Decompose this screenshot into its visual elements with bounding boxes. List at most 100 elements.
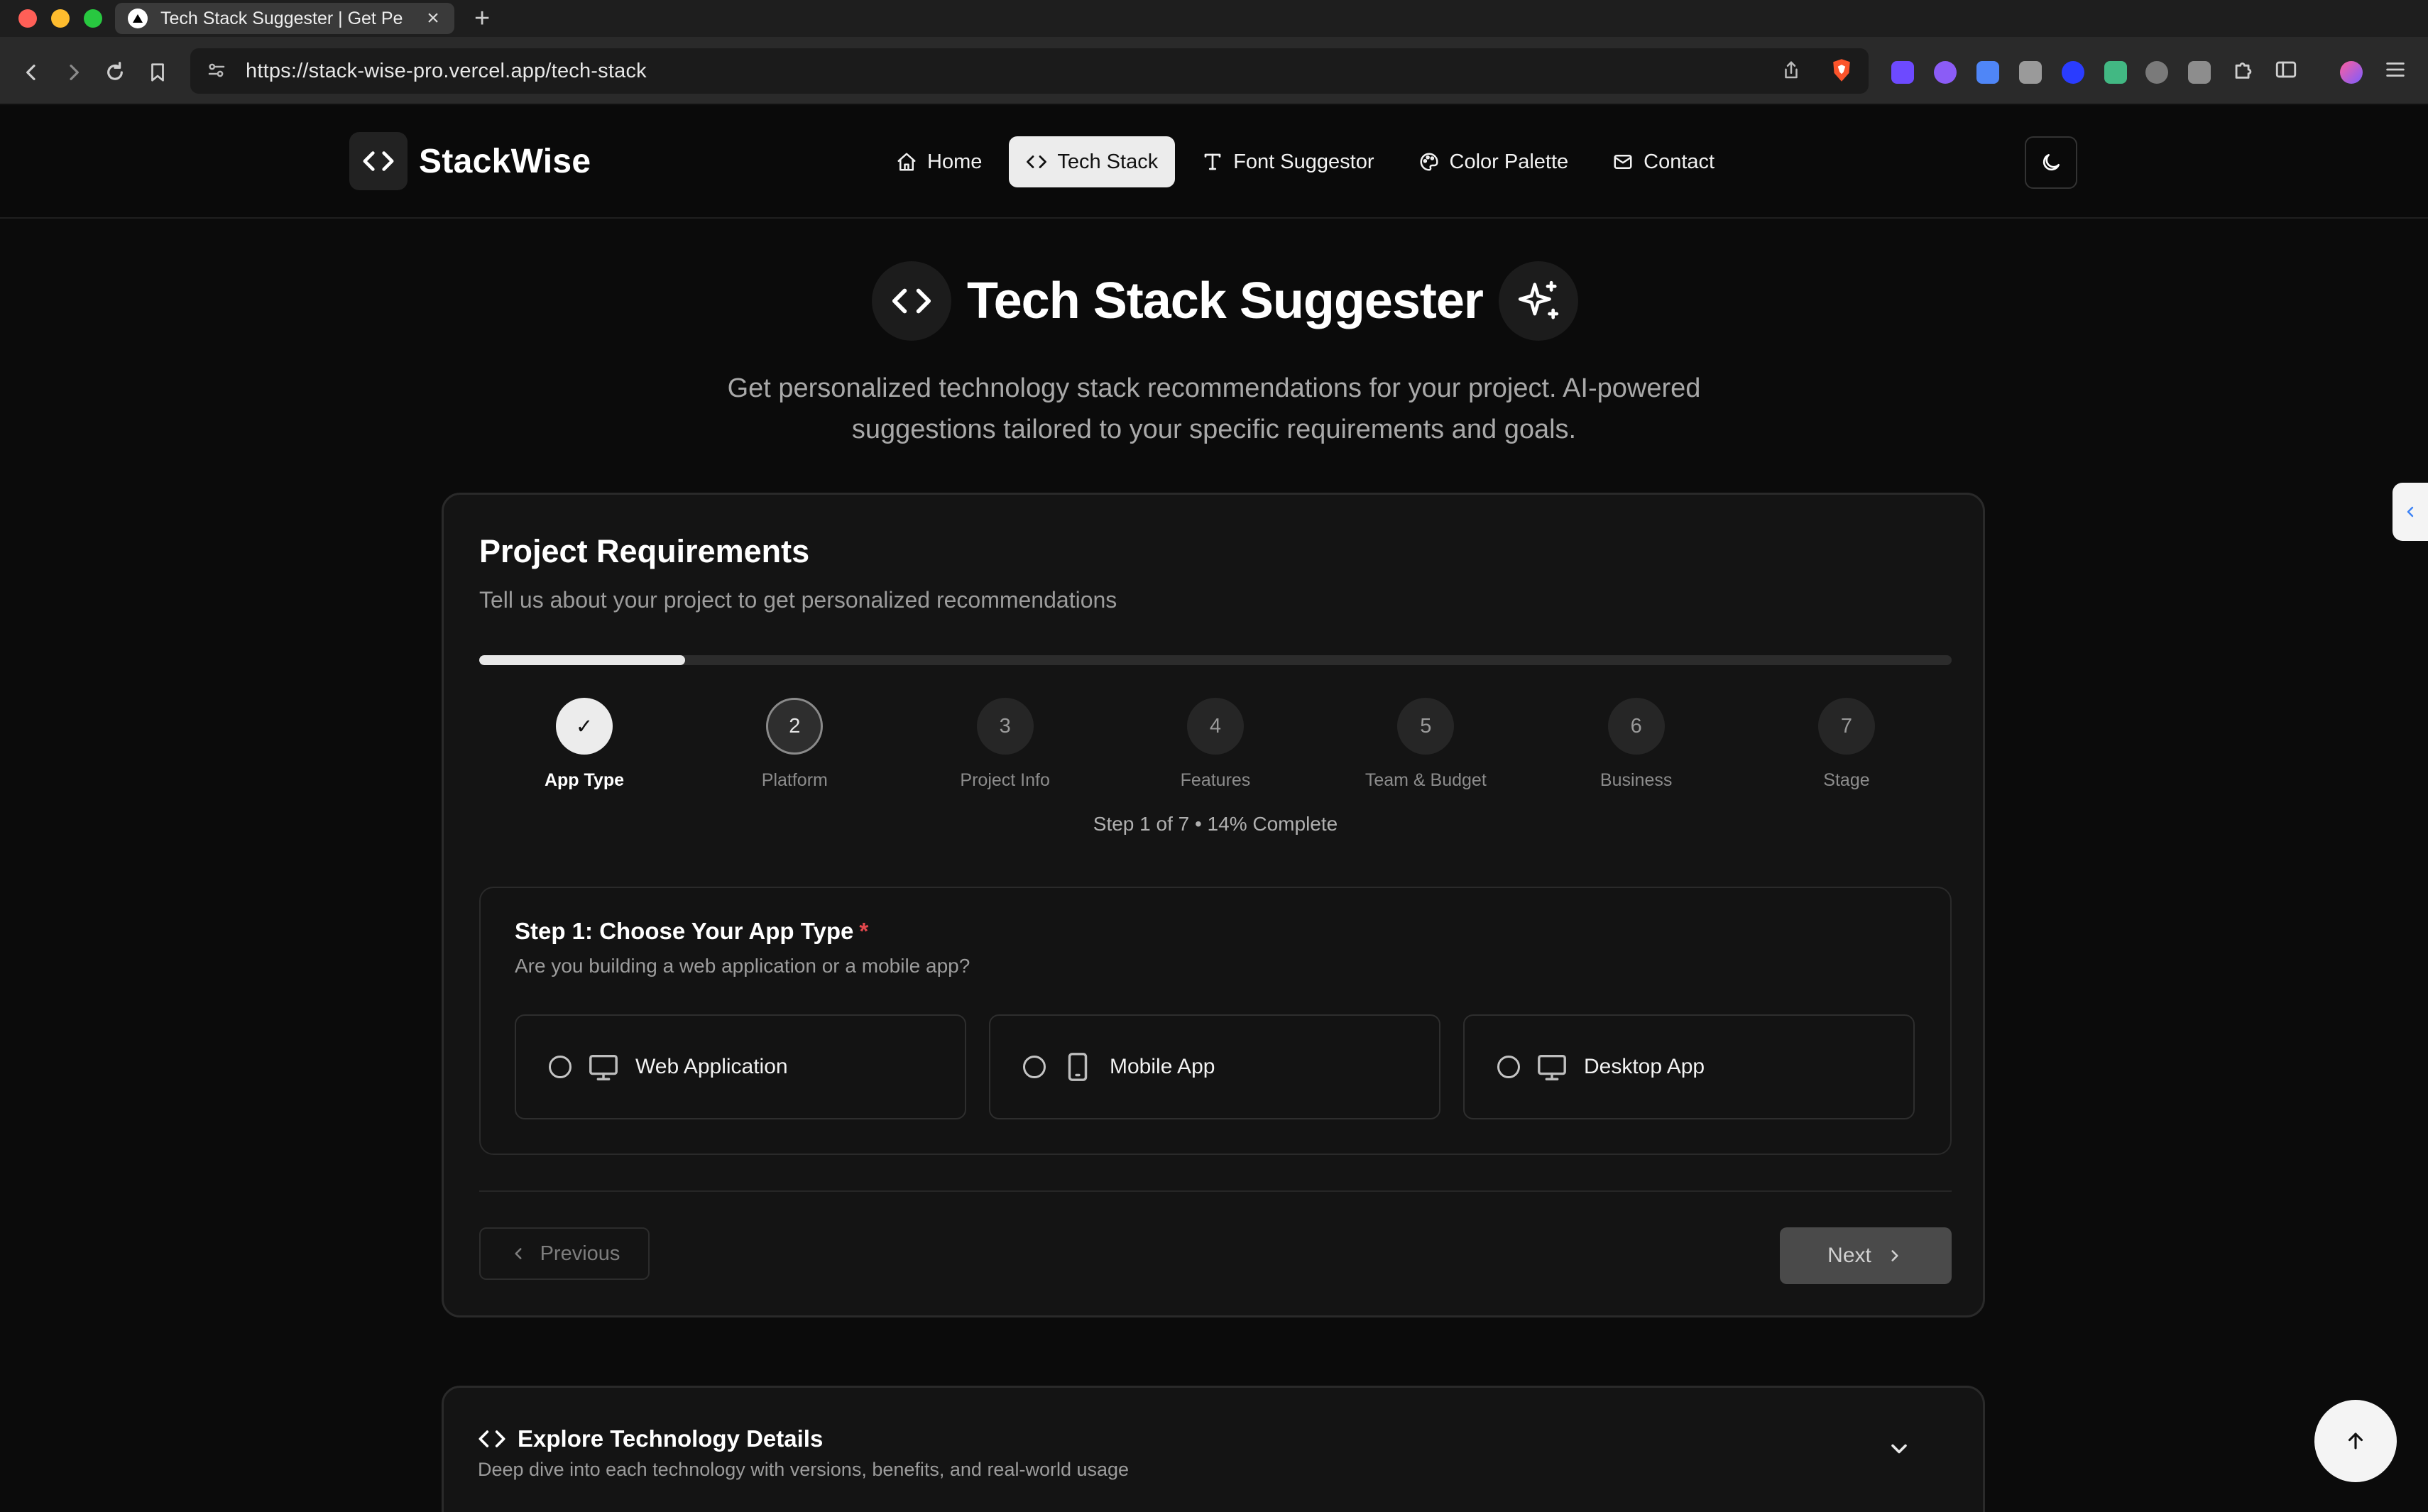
card-subtitle: Tell us about your project to get person… — [479, 587, 1117, 613]
extension-doc-icon[interactable] — [2188, 61, 2211, 84]
nav-contact-label: Contact — [1644, 150, 1715, 173]
app-type-options: Web Application Mobile App Desktop App — [515, 1014, 1915, 1119]
option-mobile-app[interactable]: Mobile App — [989, 1014, 1440, 1119]
side-panel-handle[interactable] — [2393, 483, 2428, 541]
step-number: 6 — [1607, 698, 1665, 755]
brave-shield-icon[interactable] — [1830, 58, 1853, 82]
option-web-application[interactable]: Web Application — [515, 1014, 966, 1119]
bookmark-icon[interactable] — [143, 58, 172, 87]
option-desktop-app[interactable]: Desktop App — [1463, 1014, 1915, 1119]
stepper: ✓ App Type 2 Platform 3 Project Info 4 F… — [479, 698, 1952, 791]
nav-color-palette[interactable]: Color Palette — [1401, 136, 1586, 187]
nav-home[interactable]: Home — [879, 136, 999, 187]
site-settings-icon[interactable] — [206, 60, 227, 81]
reload-icon[interactable] — [101, 58, 129, 87]
project-requirements-card: Project Requirements Tell us about your … — [442, 493, 1985, 1317]
nav-contact[interactable]: Contact — [1595, 136, 1732, 187]
extension-loop-icon[interactable] — [1934, 61, 1957, 84]
url-text[interactable]: https://stack-wise-pro.vercel.app/tech-s… — [246, 60, 647, 83]
step-label: Platform — [761, 770, 828, 790]
step-label: Stage — [1823, 770, 1870, 790]
chevron-left-icon — [515, 1248, 522, 1259]
explore-title: Explore Technology Details — [478, 1425, 823, 1453]
smartphone-icon — [1068, 1053, 1088, 1081]
palette-icon — [1420, 153, 1438, 171]
chevron-right-icon — [1891, 1250, 1898, 1261]
forward-icon[interactable] — [60, 58, 88, 87]
radio-button[interactable] — [1497, 1056, 1520, 1078]
favicon-icon — [128, 9, 148, 28]
theme-toggle-button[interactable] — [2025, 136, 2077, 189]
progress-bar — [479, 655, 1952, 665]
nav-font-suggestor[interactable]: Font Suggestor — [1185, 136, 1391, 187]
extension-proton-icon[interactable] — [1891, 61, 1914, 84]
step-number: 7 — [1817, 698, 1875, 755]
extension-compass-icon[interactable] — [2062, 61, 2084, 84]
next-button[interactable]: Next — [1780, 1227, 1952, 1284]
home-icon — [897, 153, 916, 171]
scroll-to-top-button[interactable] — [2314, 1400, 2397, 1482]
monitor-icon — [589, 1054, 618, 1080]
address-bar[interactable]: https://stack-wise-pro.vercel.app/tech-s… — [190, 48, 1869, 94]
share-icon[interactable] — [1781, 60, 1802, 81]
question-hint: Are you building a web application or a … — [515, 955, 970, 977]
step-app-type[interactable]: ✓ App Type — [479, 698, 689, 791]
nav-tech-stack-label: Tech Stack — [1057, 150, 1159, 173]
question-title: Step 1: Choose Your App Type * — [515, 918, 868, 945]
new-tab-button[interactable]: + — [474, 3, 490, 34]
previous-button[interactable]: Previous — [479, 1227, 650, 1280]
step-team-budget[interactable]: 5 Team & Budget — [1320, 698, 1531, 791]
nav-font-suggestor-label: Font Suggestor — [1233, 150, 1374, 173]
option-label: Desktop App — [1584, 1055, 1705, 1078]
window-minimize-button[interactable] — [51, 9, 70, 28]
divider — [479, 1190, 1952, 1192]
mail-icon — [1614, 155, 1632, 169]
arrow-up-icon — [2348, 1432, 2363, 1450]
hero-title-row: Tech Stack Suggester — [872, 261, 1578, 341]
step-label: App Type — [544, 770, 625, 790]
explore-subtitle: Deep dive into each technology with vers… — [478, 1459, 1130, 1480]
radio-button[interactable] — [1023, 1056, 1046, 1078]
extension-grid-icon[interactable] — [2019, 61, 2042, 84]
step-features[interactable]: 4 Features — [1110, 698, 1320, 791]
nav-home-label: Home — [927, 150, 983, 173]
code-icon — [872, 261, 951, 341]
page-title: Tech Stack Suggester — [967, 273, 1484, 329]
check-icon: ✓ — [556, 698, 613, 755]
extension-notes-icon[interactable] — [1976, 61, 1999, 84]
tab-title: Tech Stack Suggester | Get Pe — [160, 8, 403, 28]
chevron-left-icon — [2407, 506, 2414, 517]
back-icon[interactable] — [17, 58, 45, 87]
extension-camera-icon[interactable] — [2145, 61, 2168, 84]
monitor-icon — [1538, 1054, 1566, 1080]
step-project-info[interactable]: 3 Project Info — [900, 698, 1110, 791]
code-logo-icon — [349, 132, 408, 190]
window-zoom-button[interactable] — [84, 9, 102, 28]
chevron-down-icon[interactable] — [1886, 1436, 1912, 1462]
radio-button[interactable] — [549, 1056, 572, 1078]
extension-android-icon[interactable] — [2104, 61, 2127, 84]
logo[interactable]: StackWise — [349, 132, 591, 190]
option-label: Mobile App — [1110, 1055, 1215, 1078]
step-number: 2 — [766, 698, 824, 755]
menu-icon[interactable] — [2381, 55, 2410, 84]
tab-close-icon[interactable]: × — [425, 6, 442, 31]
browser-tab[interactable]: Tech Stack Suggester | Get Pe × — [115, 3, 454, 34]
explore-technology-details[interactable]: Explore Technology Details Deep dive int… — [442, 1386, 1985, 1512]
sidebar-toggle-icon[interactable] — [2272, 55, 2300, 84]
step-stage[interactable]: 7 Stage — [1741, 698, 1952, 791]
window-close-button[interactable] — [18, 9, 37, 28]
extensions-puzzle-icon[interactable] — [2229, 55, 2258, 84]
step-platform[interactable]: 2 Platform — [689, 698, 899, 791]
step-label: Business — [1599, 770, 1673, 790]
progress-fill — [479, 655, 686, 665]
step-number: 5 — [1397, 698, 1455, 755]
profile-avatar-icon[interactable] — [2340, 61, 2363, 84]
type-icon — [1204, 153, 1221, 170]
previous-label: Previous — [540, 1242, 620, 1265]
moon-icon — [2043, 154, 2060, 171]
required-mark: * — [859, 918, 869, 944]
step-business[interactable]: 6 Business — [1531, 698, 1741, 791]
app-type-question: Step 1: Choose Your App Type * Are you bu… — [479, 887, 1952, 1155]
nav-tech-stack[interactable]: Tech Stack — [1009, 136, 1176, 187]
